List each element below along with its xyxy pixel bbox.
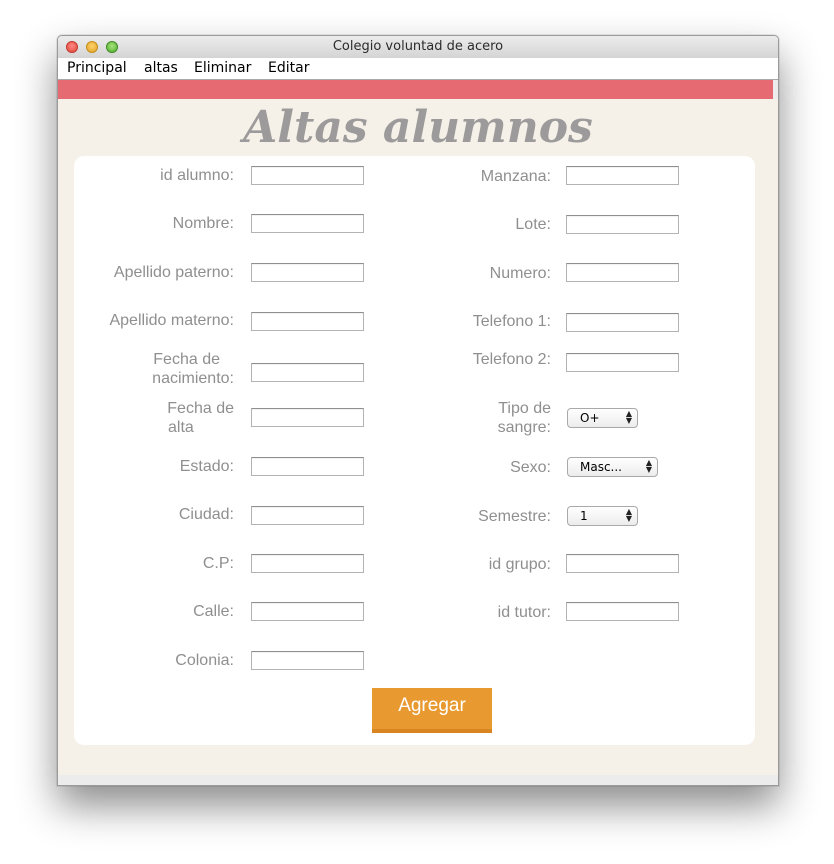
nombre-input[interactable]: [251, 214, 364, 233]
sexo-select[interactable]: Masc... ▲ ▼: [567, 457, 658, 477]
colonia-input[interactable]: [251, 651, 364, 670]
label-id-grupo: id grupo:: [488, 556, 551, 573]
form-panel: id alumno: Nombre: Apellido paterno: Ape…: [74, 156, 755, 745]
apellido-materno-input[interactable]: [251, 312, 364, 331]
select-arrows-icon: ▲ ▼: [625, 507, 632, 523]
semestre-select[interactable]: 1 ▲ ▼: [567, 506, 638, 526]
id-grupo-input[interactable]: [566, 554, 679, 573]
label-id-alumno: id alumno:: [160, 167, 234, 184]
label-calle: Calle:: [193, 603, 234, 620]
page-title: Altas alumnos: [243, 102, 593, 153]
apellido-paterno-input[interactable]: [251, 263, 364, 282]
fecha-alta-input[interactable]: [251, 408, 364, 427]
estado-input[interactable]: [251, 457, 364, 476]
label-ciudad: Ciudad:: [178, 506, 234, 523]
label-tipo-sangre: Tipo de sangre:: [394, 399, 551, 437]
id-alumno-input[interactable]: [251, 166, 364, 185]
numero-input[interactable]: [566, 263, 679, 282]
label-apellido-paterno: Apellido paterno:: [113, 264, 234, 281]
window-title: Colegio voluntad de acero: [332, 39, 504, 54]
cp-input[interactable]: [251, 554, 364, 573]
tipo-sangre-select[interactable]: O+ ▲ ▼: [567, 408, 638, 428]
select-arrows-icon: ▲ ▼: [625, 409, 632, 425]
fecha-nacimiento-input[interactable]: [251, 363, 364, 382]
lote-input[interactable]: [566, 215, 679, 234]
label-fecha-alta: Fecha de alta: [74, 399, 234, 437]
label-tipo-sangre-line1: Tipo de: [498, 400, 551, 417]
header-accent-bar: [58, 80, 773, 99]
label-fecha-nacimiento-line1: Fecha de: [153, 351, 220, 368]
calle-input[interactable]: [251, 602, 364, 621]
label-lote: Lote:: [515, 216, 551, 233]
tipo-sangre-value: O+: [580, 411, 600, 425]
label-sexo: Sexo:: [510, 459, 551, 476]
label-fecha-nacimiento-line2: nacimiento:: [152, 370, 234, 387]
label-numero: Numero:: [489, 265, 551, 282]
manzana-input[interactable]: [566, 166, 679, 185]
select-arrows-icon: ▲ ▼: [645, 458, 652, 474]
telefono-1-input[interactable]: [566, 313, 679, 332]
app-window: Colegio voluntad de acero Principal alta…: [57, 35, 779, 786]
menu-altas[interactable]: altas: [144, 60, 178, 76]
title-bar: Colegio voluntad de acero: [58, 36, 778, 59]
label-id-tutor: id tutor:: [497, 604, 551, 621]
semestre-value: 1: [580, 509, 588, 523]
label-telefono-2: Telefono 2:: [472, 351, 551, 368]
label-apellido-materno: Apellido materno:: [109, 312, 234, 329]
ciudad-input[interactable]: [251, 506, 364, 525]
label-semestre: Semestre:: [478, 508, 551, 525]
label-fecha-alta-line2: alta: [168, 419, 194, 436]
telefono-2-input[interactable]: [566, 353, 679, 372]
content-area: Altas alumnos id alumno: Nombre: Apellid…: [58, 99, 778, 775]
label-cp: C.P:: [202, 555, 234, 572]
label-fecha-nacimiento: Fecha de nacimiento:: [74, 350, 234, 388]
label-nombre: Nombre:: [172, 215, 234, 232]
agregar-button[interactable]: Agregar: [372, 688, 492, 733]
label-telefono-1: Telefono 1:: [472, 313, 551, 330]
menu-eliminar[interactable]: Eliminar: [194, 60, 251, 76]
id-tutor-input[interactable]: [566, 602, 679, 621]
label-estado: Estado:: [179, 458, 234, 475]
menu-principal[interactable]: Principal: [67, 60, 127, 76]
label-fecha-alta-line1: Fecha de: [167, 400, 234, 417]
menu-bar: Principal altas Eliminar Editar: [58, 58, 778, 80]
window-bottom-strip: [58, 775, 778, 785]
label-colonia: Colonia:: [175, 652, 234, 669]
label-tipo-sangre-line2: sangre:: [497, 419, 551, 436]
label-manzana: Manzana:: [480, 168, 551, 185]
menu-editar[interactable]: Editar: [268, 60, 309, 76]
sexo-value: Masc...: [580, 460, 622, 474]
